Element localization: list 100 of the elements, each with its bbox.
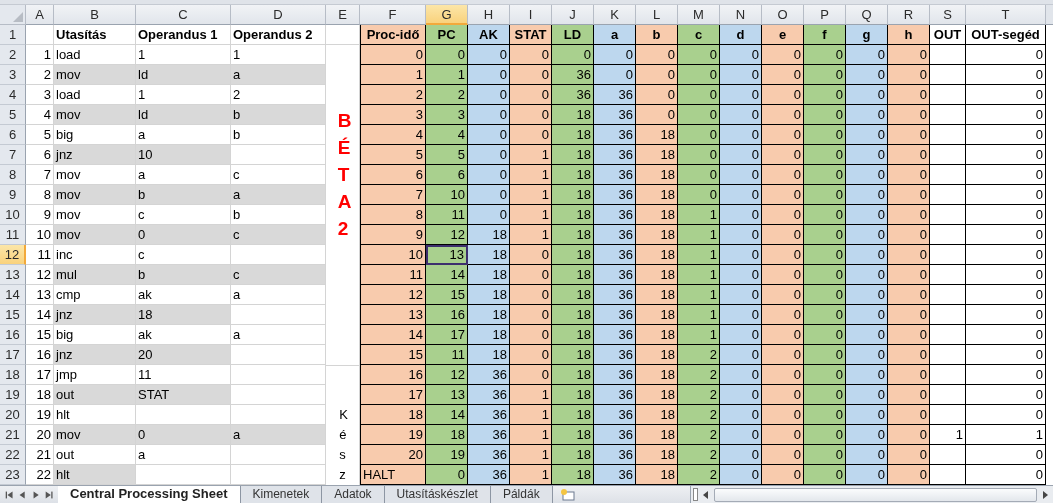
table-cell: 0 xyxy=(510,325,552,345)
sheet-tab[interactable]: Kimenetek xyxy=(240,486,323,503)
table-cell: 18 xyxy=(636,445,678,465)
table-cell: 18 xyxy=(552,245,594,265)
table-cell: 0 xyxy=(804,325,846,345)
table-cell: 20 xyxy=(360,445,426,465)
table-cell: 1 xyxy=(678,285,720,305)
table-cell: 0 xyxy=(510,305,552,325)
table-cell: 18 xyxy=(636,325,678,345)
table-cell: 2 xyxy=(678,345,720,365)
table-cell: 0 xyxy=(720,405,762,425)
column-header[interactable]: B xyxy=(54,5,136,25)
column-title: Utasítás xyxy=(54,25,136,45)
column-header[interactable]: P xyxy=(804,5,846,25)
row-header[interactable]: 10 xyxy=(0,205,26,225)
column-header[interactable]: N xyxy=(720,5,762,25)
row-header[interactable]: 7 xyxy=(0,145,26,165)
table-cell: 18 xyxy=(552,445,594,465)
table-cell: jnz xyxy=(54,345,136,365)
table-cell: 0 xyxy=(720,345,762,365)
table-cell: mov xyxy=(54,105,136,125)
sheet-tab[interactable]: Adatok xyxy=(322,486,385,503)
table-cell: 9 xyxy=(360,225,426,245)
sheet-tab[interactable]: Páldák xyxy=(490,486,553,503)
split-handle[interactable] xyxy=(693,488,698,501)
table-cell: 0 xyxy=(762,85,804,105)
row-header[interactable]: 1 xyxy=(0,25,26,45)
table-cell: mov xyxy=(54,225,136,245)
row-header[interactable]: 16 xyxy=(0,325,26,345)
table-cell: mul xyxy=(54,265,136,285)
row-header[interactable]: 11 xyxy=(0,225,26,245)
row-header[interactable]: 13 xyxy=(0,265,26,285)
table-cell: 1 xyxy=(930,425,966,445)
row-header[interactable]: 4 xyxy=(0,85,26,105)
column-header[interactable]: L xyxy=(636,5,678,25)
table-cell: 0 xyxy=(720,325,762,345)
table-cell: 0 xyxy=(966,405,1046,425)
table-cell: 0 xyxy=(510,345,552,365)
table-cell: 12 xyxy=(360,285,426,305)
column-header[interactable]: A xyxy=(26,5,54,25)
column-header[interactable]: D xyxy=(231,5,326,25)
column-header[interactable]: R xyxy=(888,5,930,25)
column-header[interactable]: I xyxy=(510,5,552,25)
table-cell: 0 xyxy=(846,425,888,445)
column-header[interactable]: H xyxy=(468,5,510,25)
table-cell: 0 xyxy=(678,45,720,65)
table-cell: 0 xyxy=(468,45,510,65)
column-header[interactable]: C xyxy=(136,5,231,25)
row-header[interactable]: 19 xyxy=(0,385,26,405)
table-cell: mov xyxy=(54,425,136,445)
column-title: h xyxy=(888,25,930,45)
horizontal-scrollbar[interactable] xyxy=(690,486,1053,503)
column-header[interactable]: M xyxy=(678,5,720,25)
row-header[interactable]: 8 xyxy=(0,165,26,185)
table-cell: 0 xyxy=(720,265,762,285)
table-cell: 0 xyxy=(966,385,1046,405)
table-cell: 0 xyxy=(804,245,846,265)
table-cell: 0 xyxy=(888,385,930,405)
table-cell: 36 xyxy=(594,165,636,185)
row-header[interactable]: 2 xyxy=(0,45,26,65)
row-header[interactable]: 21 xyxy=(0,425,26,445)
row-header[interactable]: 9 xyxy=(0,185,26,205)
column-header[interactable]: F xyxy=(360,5,426,25)
row-header[interactable]: 12 xyxy=(0,245,26,265)
sheet-tab[interactable]: Central Processing Sheet xyxy=(58,486,241,503)
table-cell: 0 xyxy=(720,285,762,305)
table-cell: 18 xyxy=(636,405,678,425)
row-header[interactable]: 18 xyxy=(0,365,26,385)
row-header[interactable]: 17 xyxy=(0,345,26,365)
row-header[interactable]: 3 xyxy=(0,65,26,85)
scroll-thumb[interactable] xyxy=(714,487,1037,502)
table-cell: 18 xyxy=(552,105,594,125)
column-title: OUT xyxy=(930,25,966,45)
row-header[interactable]: 5 xyxy=(0,105,26,125)
table-cell: 14 xyxy=(426,265,468,285)
row-header[interactable]: 15 xyxy=(0,305,26,325)
table-cell: 0 xyxy=(678,165,720,185)
table-cell: 0 xyxy=(888,125,930,145)
table-cell: 0 xyxy=(510,245,552,265)
table-cell: 19 xyxy=(360,425,426,445)
column-header[interactable]: G xyxy=(426,5,468,25)
column-header[interactable]: Q xyxy=(846,5,888,25)
row-header[interactable]: 22 xyxy=(0,445,26,465)
sheet-tab[interactable]: Utasításkészlet xyxy=(384,486,491,503)
column-header[interactable]: E xyxy=(326,5,360,25)
row-header[interactable]: 6 xyxy=(0,125,26,145)
row-header[interactable]: 23 xyxy=(0,465,26,485)
column-header[interactable]: T xyxy=(966,5,1046,25)
table-cell: a xyxy=(136,445,231,465)
table-cell: 36 xyxy=(468,465,510,485)
column-header[interactable]: K xyxy=(594,5,636,25)
column-header[interactable]: J xyxy=(552,5,594,25)
column-title: e xyxy=(762,25,804,45)
table-cell: 0 xyxy=(804,145,846,165)
row-header[interactable]: 14 xyxy=(0,285,26,305)
table-cell: 0 xyxy=(888,305,930,325)
table-cell: 0 xyxy=(678,85,720,105)
column-header[interactable]: S xyxy=(930,5,966,25)
row-header[interactable]: 20 xyxy=(0,405,26,425)
column-header[interactable]: O xyxy=(762,5,804,25)
